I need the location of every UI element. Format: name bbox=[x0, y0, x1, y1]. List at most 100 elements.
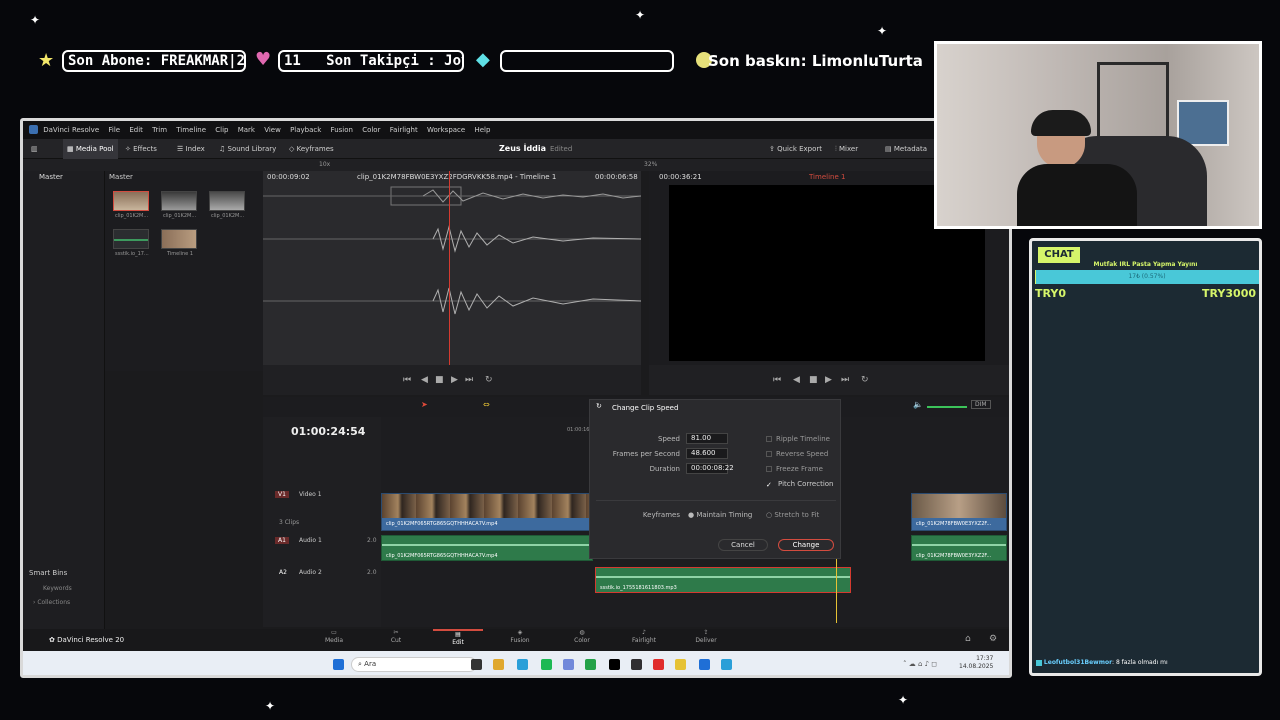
stop-icon[interactable]: ■ bbox=[435, 365, 444, 395]
ripple-timeline-checkbox[interactable]: Ripple Timeline bbox=[766, 435, 830, 443]
media-thumb[interactable] bbox=[161, 191, 197, 211]
app-icon[interactable] bbox=[699, 659, 710, 670]
menu-color[interactable]: Color bbox=[362, 126, 380, 134]
freeze-frame-checkbox[interactable]: Freeze Frame bbox=[766, 465, 823, 473]
loop-icon[interactable]: ↻ bbox=[861, 365, 869, 395]
edge-icon[interactable] bbox=[517, 659, 528, 670]
source-playhead[interactable] bbox=[449, 171, 450, 365]
dim-button[interactable]: DIM bbox=[971, 400, 991, 409]
discord-icon[interactable] bbox=[563, 659, 574, 670]
media-thumb[interactable] bbox=[113, 191, 149, 211]
panel-toggle-icon[interactable]: ▥ bbox=[31, 139, 38, 159]
menu-timeline[interactable]: Timeline bbox=[176, 126, 206, 134]
menu-fairlight[interactable]: Fairlight bbox=[390, 126, 418, 134]
mixer-button[interactable]: ⫶ Mixer bbox=[835, 139, 858, 159]
menu-edit[interactable]: Edit bbox=[129, 126, 143, 134]
duration-input[interactable]: 00:00:08:22 bbox=[686, 463, 734, 474]
opera-icon[interactable] bbox=[653, 659, 664, 670]
selection-tool-icon[interactable]: ➤ bbox=[421, 400, 428, 409]
gear-icon[interactable]: ⚙ bbox=[989, 634, 997, 644]
page-deliver[interactable]: ⇪ Deliver bbox=[681, 629, 731, 645]
media-pool-button[interactable]: ▦ Media Pool bbox=[63, 139, 118, 159]
page-color[interactable]: ◍ Color bbox=[557, 629, 607, 645]
menu-app[interactable]: DaVinci Resolve bbox=[43, 126, 99, 134]
menu-playback[interactable]: Playback bbox=[290, 126, 321, 134]
page-edit[interactable]: ▤ Edit bbox=[433, 629, 483, 647]
smart-bin-keywords[interactable]: Keywords bbox=[43, 585, 72, 592]
menu-help[interactable]: Help bbox=[474, 126, 490, 134]
video-clip[interactable]: clip_01K2M78FBW0E3YXZ2F... bbox=[911, 493, 1007, 531]
smart-bin-collections[interactable]: › Collections bbox=[33, 599, 70, 606]
menu-trim[interactable]: Trim bbox=[152, 126, 167, 134]
spotify-icon[interactable] bbox=[541, 659, 552, 670]
resolve-taskbar-icon[interactable] bbox=[609, 659, 620, 670]
chat-username[interactable]: Leofutbol31Bewmor bbox=[1044, 659, 1112, 666]
menu-workspace[interactable]: Workspace bbox=[427, 126, 465, 134]
viewer-zoom-select[interactable]: 32% bbox=[644, 159, 657, 171]
home-icon[interactable]: ⌂ bbox=[965, 634, 971, 644]
loop-icon[interactable]: ↻ bbox=[485, 365, 493, 395]
menu-mark[interactable]: Mark bbox=[238, 126, 255, 134]
speed-input[interactable]: 81.00 bbox=[686, 433, 728, 444]
go-to-start-icon[interactable]: ⏮ bbox=[403, 365, 411, 395]
zoom-select[interactable]: 10x bbox=[319, 159, 330, 171]
track-name-a1[interactable]: Audio 1 bbox=[299, 537, 322, 544]
volume-slider[interactable] bbox=[927, 406, 967, 408]
track-code-a2[interactable]: A2 bbox=[279, 569, 287, 576]
track-code-a1[interactable]: A1 bbox=[275, 537, 289, 544]
timeline-thumb[interactable] bbox=[161, 229, 197, 249]
page-cut[interactable]: ✂ Cut bbox=[371, 629, 421, 645]
stretch-to-fit-radio[interactable]: ○ Stretch to Fit bbox=[766, 511, 819, 519]
source-viewer[interactable]: 00:00:09:02 clip_01K2M78FBW0E3YXZ2FDGRVK… bbox=[263, 171, 641, 365]
track-name-v1[interactable]: Video 1 bbox=[299, 491, 322, 498]
stop-icon[interactable]: ■ bbox=[809, 365, 818, 395]
page-media[interactable]: ▭ Media bbox=[309, 629, 359, 645]
speaker-icon[interactable]: 🔈 bbox=[913, 400, 923, 409]
obs-icon[interactable] bbox=[631, 659, 642, 670]
windows-start-icon[interactable] bbox=[333, 659, 344, 670]
audio-clip[interactable]: clip_01K2MF065RTG865GQTHHHACA7V.mp4 bbox=[381, 535, 593, 561]
app-icon[interactable] bbox=[675, 659, 686, 670]
chrome-icon[interactable] bbox=[585, 659, 596, 670]
step-back-icon[interactable]: ◀ bbox=[793, 365, 800, 395]
app-icon[interactable] bbox=[721, 659, 732, 670]
audio-thumb[interactable] bbox=[113, 229, 149, 249]
taskbar-search[interactable]: ⌕ Ara bbox=[351, 657, 477, 672]
effects-button[interactable]: ✧ Effects bbox=[125, 139, 157, 159]
play-icon[interactable]: ▶ bbox=[451, 365, 458, 395]
change-button[interactable]: Change bbox=[778, 539, 834, 551]
video-clip[interactable]: clip_01K2MF065RTG865GQTHHHACA7V.mp4 bbox=[381, 493, 593, 531]
sound-library-button[interactable]: ♫ Sound Library bbox=[219, 139, 276, 159]
quick-export-button[interactable]: ⇪ Quick Export bbox=[769, 139, 822, 159]
step-back-icon[interactable]: ◀ bbox=[421, 365, 428, 395]
track-name-a2[interactable]: Audio 2 bbox=[299, 569, 322, 576]
keyframes-button[interactable]: ◇ Keyframes bbox=[289, 139, 334, 159]
reverse-speed-checkbox[interactable]: Reverse Speed bbox=[766, 450, 828, 458]
menu-fusion[interactable]: Fusion bbox=[331, 126, 353, 134]
program-timeline-name[interactable]: Timeline 1 bbox=[809, 173, 845, 181]
menu-view[interactable]: View bbox=[264, 126, 281, 134]
task-view-icon[interactable] bbox=[471, 659, 482, 670]
fps-input[interactable]: 48.600 bbox=[686, 448, 728, 459]
go-to-end-icon[interactable]: ⏭ bbox=[465, 365, 473, 395]
tray-icons[interactable]: ˄ ☁ ⌂ ♪ ◻ bbox=[903, 660, 937, 668]
index-button[interactable]: ☰ Index bbox=[177, 139, 205, 159]
bin-master[interactable]: Master bbox=[39, 173, 63, 181]
audio-clip-selected[interactable]: ssstik.io_1755181611803.mp3 bbox=[595, 567, 851, 593]
go-to-end-icon[interactable]: ⏭ bbox=[841, 365, 849, 395]
cancel-button[interactable]: Cancel bbox=[718, 539, 768, 551]
track-code-v1[interactable]: V1 bbox=[275, 491, 289, 498]
menu-clip[interactable]: Clip bbox=[215, 126, 228, 134]
media-thumb[interactable] bbox=[209, 191, 245, 211]
snap-icon[interactable]: ⇔ bbox=[483, 400, 490, 409]
taskbar-clock[interactable]: 17:37 14.08.2025 bbox=[959, 655, 993, 671]
go-to-start-icon[interactable]: ⏮ bbox=[773, 365, 781, 395]
file-explorer-icon[interactable] bbox=[493, 659, 504, 670]
pitch-correction-checkbox[interactable]: ✓ Pitch Correction bbox=[766, 480, 833, 489]
metadata-button[interactable]: ▤ Metadata bbox=[885, 139, 927, 159]
audio-clip[interactable]: clip_01K2M78FBW0E3YXZ2F... bbox=[911, 535, 1007, 561]
page-fairlight[interactable]: ♪ Fairlight bbox=[619, 629, 669, 645]
maintain-timing-radio[interactable]: ● Maintain Timing bbox=[688, 511, 752, 519]
play-icon[interactable]: ▶ bbox=[825, 365, 832, 395]
page-fusion[interactable]: ◈ Fusion bbox=[495, 629, 545, 645]
